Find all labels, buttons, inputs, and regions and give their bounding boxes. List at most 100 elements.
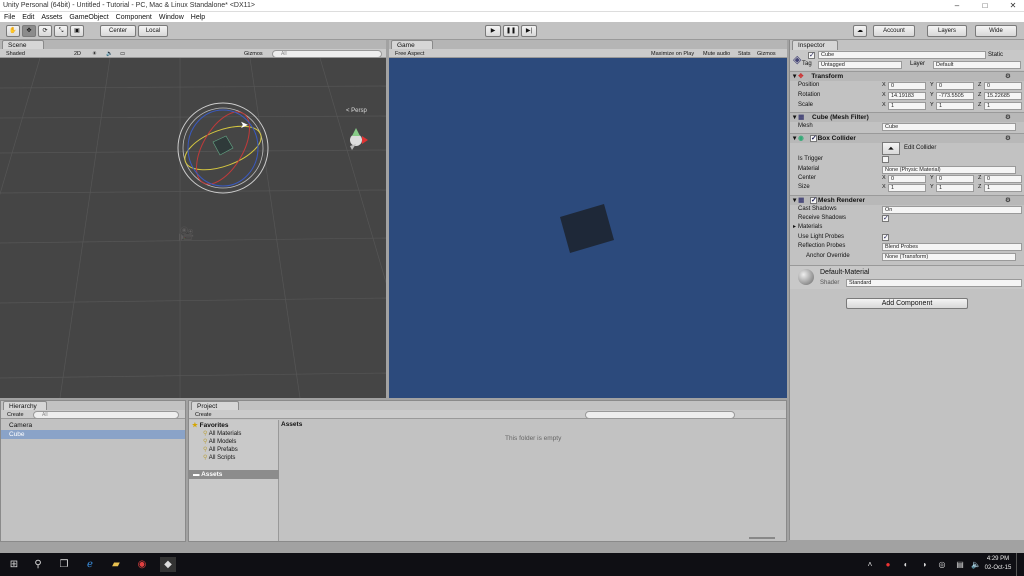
reflection-probes-dropdown[interactable]: Blend Probes xyxy=(882,242,1022,251)
favorites-folder[interactable]: ★ Favorites xyxy=(192,421,229,429)
box-collider-header[interactable]: ▾ ◉ Box Collider ⚙ xyxy=(790,133,1024,144)
tray-app-icon[interactable]: ◐ xyxy=(898,557,914,572)
tray-app-icon[interactable]: ● xyxy=(880,557,896,572)
size-y-field[interactable]: 1 xyxy=(936,183,974,192)
scene-search-input[interactable]: All xyxy=(272,49,382,58)
shader-dropdown[interactable]: Standard xyxy=(846,279,1022,287)
anchor-override-field[interactable]: None (Transform) xyxy=(882,252,1016,261)
unity-icon[interactable]: ◆ xyxy=(160,557,176,572)
tray-app-icon[interactable]: ◎ xyxy=(934,557,950,572)
pause-icon[interactable]: ❚❚ xyxy=(503,25,519,37)
settings-gear-icon[interactable]: ⚙ xyxy=(1005,134,1011,144)
step-icon[interactable]: ▶| xyxy=(521,25,537,37)
audio-icon[interactable]: 🔈 xyxy=(104,50,115,58)
scene-view[interactable]: 🎥 ➤ < Persp xyxy=(0,58,386,398)
mode-2d-toggle[interactable]: 2D xyxy=(72,50,83,58)
collider-material-field[interactable]: None (Physic Material) xyxy=(882,165,1016,174)
active-checkbox[interactable] xyxy=(808,51,815,59)
maximize-button[interactable]: □ xyxy=(976,0,994,12)
tray-app-icon[interactable]: ◑ xyxy=(916,557,932,572)
menu-window[interactable]: Window xyxy=(159,14,184,21)
rotation-y-field[interactable]: -773.5505 xyxy=(936,91,974,100)
layer-dropdown[interactable]: Default xyxy=(933,61,1021,69)
tab-inspector[interactable]: Inspector xyxy=(792,40,838,50)
assets-folder[interactable]: ▬ Assets xyxy=(189,470,279,479)
layers-dropdown[interactable]: Layers xyxy=(927,25,967,37)
object-name-input[interactable]: Cube xyxy=(818,51,986,59)
pivot-center-toggle[interactable]: Center xyxy=(100,25,136,37)
rotation-z-field[interactable]: 15.22685 xyxy=(984,91,1022,100)
icon-size-slider[interactable] xyxy=(749,537,775,539)
persp-label[interactable]: < Persp xyxy=(346,108,367,114)
edge-browser-icon[interactable]: ℯ xyxy=(82,557,98,572)
hierarchy-create-dropdown[interactable]: Create xyxy=(5,411,26,419)
favorite-all-prefabs[interactable]: ⚲ All Prefabs xyxy=(203,446,238,453)
transform-header[interactable]: ▾ ✥ Transform ⚙ xyxy=(790,71,1024,81)
hierarchy-item-cube[interactable]: Cube xyxy=(1,430,185,439)
scale-y-field[interactable]: 1 xyxy=(936,101,974,110)
light-probes-checkbox[interactable] xyxy=(882,233,889,242)
scale-tool-icon[interactable]: ⤡ xyxy=(54,25,68,37)
scale-x-field[interactable]: 1 xyxy=(888,101,926,110)
mesh-field[interactable]: Cube xyxy=(882,122,1016,131)
aspect-dropdown[interactable]: Free Aspect xyxy=(393,50,426,58)
add-component-button[interactable]: Add Component xyxy=(846,298,968,309)
center-y-field[interactable]: 0 xyxy=(936,174,974,183)
shading-dropdown[interactable]: Shaded xyxy=(4,50,27,58)
effects-icon[interactable]: ▭ xyxy=(118,50,127,58)
size-x-field[interactable]: 1 xyxy=(888,183,926,192)
favorite-all-materials[interactable]: ⚲ All Materials xyxy=(203,430,241,437)
pivot-local-toggle[interactable]: Local xyxy=(138,25,168,37)
file-explorer-icon[interactable]: ▰ xyxy=(108,557,124,572)
lighting-icon[interactable]: ☀ xyxy=(90,50,99,58)
account-dropdown[interactable]: Account xyxy=(873,25,915,37)
favorite-all-scripts[interactable]: ⚲ All Scripts xyxy=(203,454,235,461)
box-collider-enabled-checkbox[interactable] xyxy=(810,134,817,144)
search-icon[interactable]: ⚲ xyxy=(30,557,46,572)
materials-row[interactable]: ▸ Materials xyxy=(790,223,1024,232)
tray-up-arrow-icon[interactable]: ˄ xyxy=(862,557,878,572)
menu-gameobject[interactable]: GameObject xyxy=(69,14,108,21)
tag-dropdown[interactable]: Untagged xyxy=(818,61,902,69)
move-tool-icon[interactable]: ✥ xyxy=(22,25,36,37)
menu-edit[interactable]: Edit xyxy=(22,14,34,21)
rotate-tool-icon[interactable]: ⟳ xyxy=(38,25,52,37)
menu-file[interactable]: File xyxy=(4,14,15,21)
chrome-icon[interactable]: ◉ xyxy=(134,557,150,572)
network-icon[interactable]: ▤ xyxy=(952,557,968,572)
hierarchy-item-camera[interactable]: Camera xyxy=(9,422,32,429)
position-x-field[interactable]: 0 xyxy=(888,81,926,90)
mesh-renderer-header[interactable]: ▾ ▦ Mesh Renderer ⚙ xyxy=(790,195,1024,206)
mesh-filter-header[interactable]: ▾ ▦ Cube (Mesh Filter) ⚙ xyxy=(790,112,1024,122)
position-y-field[interactable]: 0 xyxy=(936,81,974,90)
scale-z-field[interactable]: 1 xyxy=(984,101,1022,110)
favorite-all-models[interactable]: ⚲ All Models xyxy=(203,438,236,445)
edit-collider-button[interactable]: ⏶ xyxy=(882,142,900,155)
hand-tool-icon[interactable]: ✋ xyxy=(6,25,20,37)
maximize-on-play-toggle[interactable]: Maximize on Play xyxy=(649,50,696,58)
cast-shadows-dropdown[interactable]: On xyxy=(882,205,1022,214)
menu-help[interactable]: Help xyxy=(191,14,205,21)
rotation-x-field[interactable]: 14.19183 xyxy=(888,91,926,100)
is-trigger-checkbox[interactable] xyxy=(882,156,889,163)
camera-icon[interactable]: 🎥 xyxy=(178,226,194,242)
size-z-field[interactable]: 1 xyxy=(984,183,1022,192)
receive-shadows-checkbox[interactable] xyxy=(882,214,889,223)
clock-date[interactable]: 02-Oct-15 xyxy=(982,565,1014,571)
menu-assets[interactable]: Assets xyxy=(41,14,62,21)
rect-tool-icon[interactable]: ▣ xyxy=(70,25,84,37)
cloud-icon[interactable]: ☁ xyxy=(853,25,867,37)
menu-component[interactable]: Component xyxy=(116,14,152,21)
project-create-dropdown[interactable]: Create xyxy=(193,411,214,419)
mesh-renderer-enabled-checkbox[interactable] xyxy=(810,196,817,206)
static-toggle[interactable]: Static xyxy=(988,52,1003,58)
hierarchy-search-input[interactable]: All xyxy=(33,410,179,419)
center-z-field[interactable]: 0 xyxy=(984,174,1022,183)
clock-time[interactable]: 4:29 PM xyxy=(982,556,1014,562)
mute-audio-toggle[interactable]: Mute audio xyxy=(701,50,732,58)
task-view-icon[interactable]: ❐ xyxy=(56,557,72,572)
show-desktop-button[interactable] xyxy=(1016,553,1024,576)
game-gizmos-dropdown[interactable]: Gizmos xyxy=(755,50,778,58)
gizmos-dropdown[interactable]: Gizmos xyxy=(242,50,265,58)
close-button[interactable]: ✕ xyxy=(1004,0,1022,12)
